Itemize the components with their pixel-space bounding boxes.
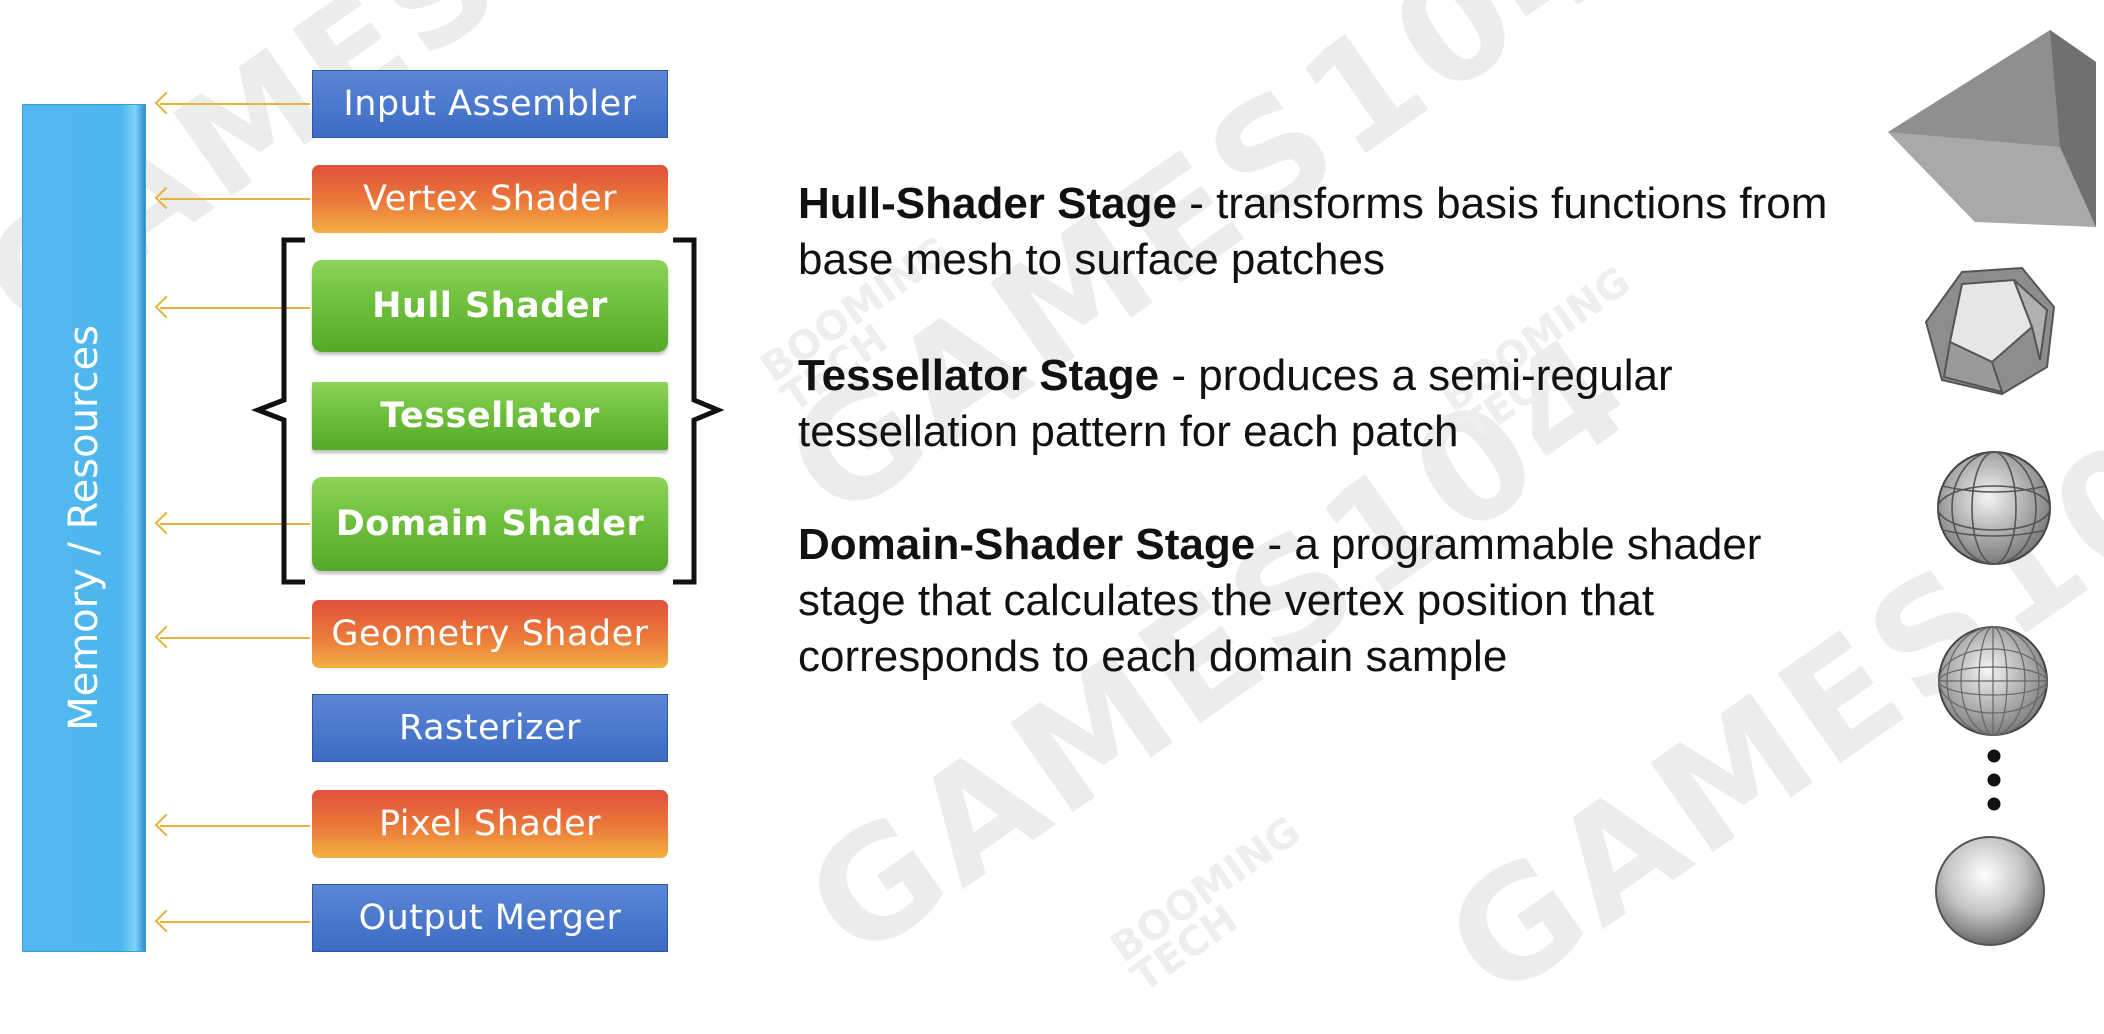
description-hull-shader-title: Hull-Shader Stage <box>798 179 1177 228</box>
stage-vertex-shader: Vertex Shader <box>312 165 668 233</box>
memory-resources-bar: Memory / Resources <box>22 104 146 952</box>
memory-resources-label: Memory / Resources <box>61 325 107 731</box>
stage-pixel-shader: Pixel Shader <box>312 790 668 858</box>
arrow-domain-shader <box>160 523 310 525</box>
watermark-booming-3: BOOMING TECH <box>1102 808 1309 1002</box>
stage-rasterizer: Rasterizer <box>312 694 668 762</box>
arrow-vertex-shader <box>160 198 310 200</box>
mid-poly-sphere-icon <box>1937 451 2051 565</box>
description-tessellator: Tessellator Stage - produces a semi-regu… <box>798 348 1848 460</box>
description-hull-shader: Hull-Shader Stage - transforms basis fun… <box>798 176 1848 288</box>
description-tessellator-title: Tessellator Stage <box>798 351 1160 400</box>
cube-shape-icon <box>1888 30 2096 227</box>
stage-input-assembler: Input Assembler <box>312 70 668 138</box>
low-poly-sphere-icon <box>1924 266 2056 396</box>
stage-geometry-shader: Geometry Shader <box>312 600 668 668</box>
stage-domain-shader: Domain Shader <box>312 477 668 571</box>
smooth-sphere-icon <box>1935 836 2045 946</box>
arrow-input-assembler <box>160 103 310 105</box>
arrow-geometry-shader <box>160 637 310 639</box>
ellipsis-dots-icon <box>1987 749 2001 811</box>
right-bracket <box>673 237 725 585</box>
high-poly-sphere-icon <box>1938 626 2048 736</box>
arrow-hull-shader <box>160 307 310 309</box>
arrow-output-merger <box>160 921 310 923</box>
arrow-pixel-shader <box>160 825 310 827</box>
left-bracket <box>251 237 305 585</box>
stage-output-merger: Output Merger <box>312 884 668 952</box>
description-domain-shader: Domain-Shader Stage - a programmable sha… <box>798 517 1848 685</box>
description-domain-shader-title: Domain-Shader Stage <box>798 520 1256 569</box>
stage-tessellator: Tessellator <box>312 382 668 450</box>
stage-hull-shader: Hull Shader <box>312 260 668 352</box>
